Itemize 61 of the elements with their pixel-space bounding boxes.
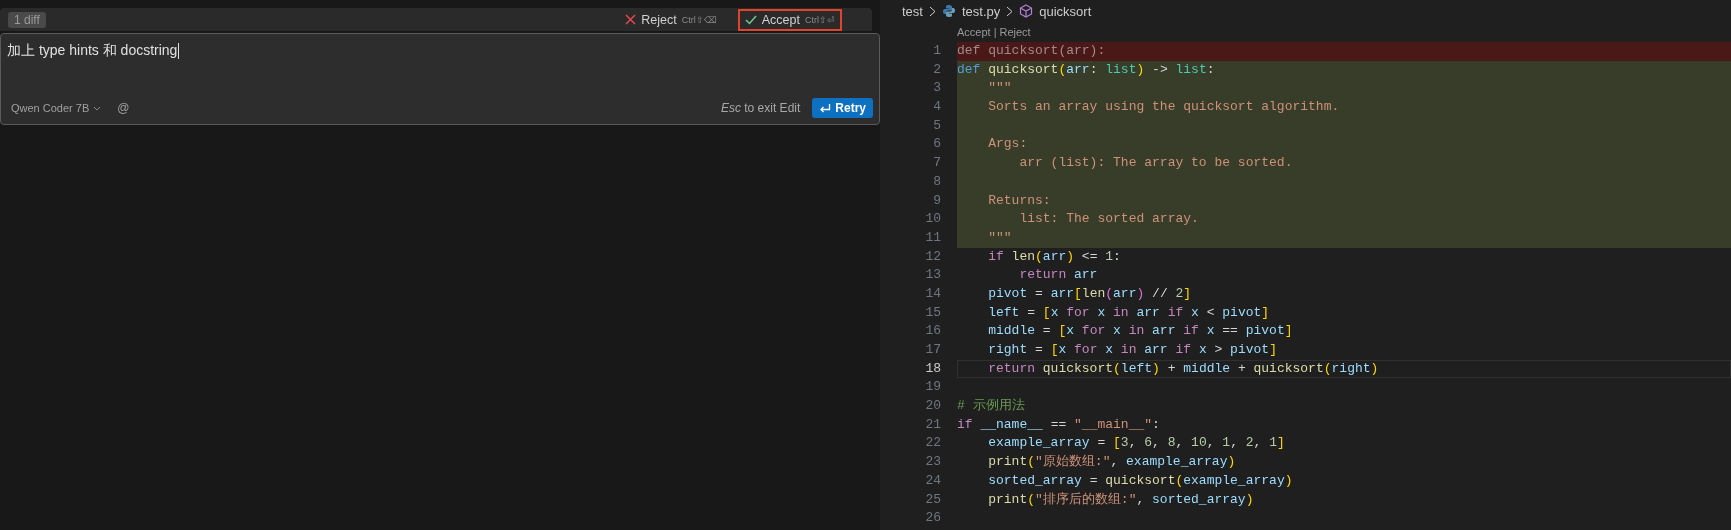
line-number: 6 [932, 135, 942, 154]
line-number: 16 [924, 322, 942, 341]
line-number: 15 [924, 303, 942, 322]
model-selector[interactable]: Qwen Coder 7B [7, 102, 106, 114]
check-icon [744, 14, 757, 25]
line-number: 20 [924, 397, 942, 416]
code-line: return quicksort(left) + middle + quicksort(right) [957, 359, 1731, 379]
line-number: 24 [924, 471, 942, 490]
chevron-down-icon [93, 105, 102, 111]
code-line: if len(arr) <= 1: [987, 247, 1122, 266]
line-number: 11 [924, 228, 942, 247]
code-line: return arr [1018, 266, 1099, 285]
line-number: 21 [924, 415, 942, 434]
line-number: 3 [932, 79, 942, 98]
code-line: right = [x for x in arr if x > pivot] [987, 341, 1278, 359]
line-number: 9 [932, 191, 942, 210]
line-number: 26 [924, 509, 942, 528]
close-icon [625, 14, 637, 25]
line-number: 7 [932, 154, 942, 173]
code-line: example_array = [3, 6, 8, 10, 1, 2, 1] [987, 434, 1286, 453]
breadcrumb-item[interactable]: test.py [961, 3, 1001, 19]
retry-button[interactable]: Retry [812, 98, 873, 118]
mention-button[interactable]: @ [117, 101, 130, 115]
code-line: pivot = arr[len(arr) // 2] [987, 284, 1193, 303]
cube-icon [1019, 4, 1034, 18]
python-file-icon [941, 4, 956, 18]
code-line: print("原始数组:", example_array) [987, 453, 1237, 472]
separator-text: | [993, 26, 997, 38]
line-number: 19 [924, 378, 942, 397]
chevron-right-icon [1006, 5, 1014, 17]
code-line: # 示例用法 [957, 397, 1026, 416]
line-number: 13 [924, 266, 942, 285]
code-line: middle = [x for x in arr if x == pivot] [987, 322, 1294, 341]
line-number: 1 [932, 42, 942, 60]
breadcrumb-item[interactable]: quicksort [1039, 3, 1092, 19]
line-number: 4 [932, 98, 942, 117]
accept-button[interactable]: Accept Ctrl⇧⏎ [737, 8, 842, 31]
chevron-right-icon [928, 5, 936, 17]
reject-button[interactable]: Reject Ctrl⇧⌫ [618, 8, 724, 31]
line-number: 18 [924, 359, 942, 378]
diff-count-badge: 1 diff [8, 11, 46, 28]
line-number: 14 [924, 284, 942, 303]
enter-icon [819, 102, 832, 114]
breadcrumb-item[interactable]: test [902, 3, 923, 19]
line-number: 25 [924, 490, 942, 509]
code-line: sorted_array = quicksort(example_array) [987, 471, 1294, 490]
prompt-input[interactable]: 加上 type hints 和 docstring [7, 42, 873, 60]
accept-link[interactable]: Accept [957, 26, 991, 38]
code-line: left = [x for x in arr if x < pivot] [987, 303, 1271, 322]
line-number: 23 [924, 453, 942, 472]
line-number: 2 [932, 60, 942, 79]
line-number: 12 [924, 247, 942, 266]
code-line: print("排序后的数组:", sorted_array) [987, 490, 1255, 509]
line-number: 5 [932, 116, 942, 135]
code-line: if __name__ == "__main__": [957, 415, 1161, 434]
exit-hint: Esc to exit Edit [720, 101, 801, 115]
line-number: 17 [924, 341, 942, 359]
line-number: 8 [932, 172, 942, 191]
line-number: 10 [924, 210, 942, 229]
line-number: 22 [924, 434, 942, 453]
reject-link[interactable]: Reject [999, 26, 1031, 38]
